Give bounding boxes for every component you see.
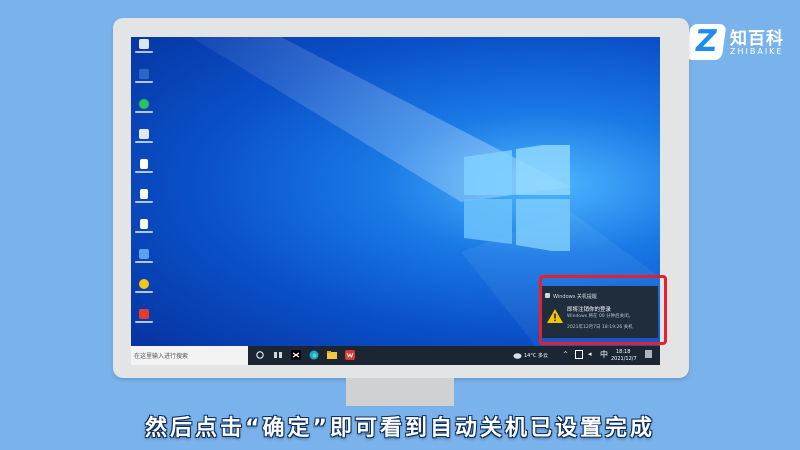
notification-center-icon[interactable] [645,350,652,358]
desktop-icon-app[interactable] [133,249,155,273]
input-method-icon[interactable]: 中 [600,349,608,360]
brand-name-cn: 知百科 [730,29,784,49]
volume-icon[interactable]: ◂ [588,350,592,358]
desktop-icons [133,39,157,339]
desktop-icon-recycle-bin[interactable] [133,39,155,63]
desktop-icon-app[interactable] [133,309,155,333]
desktop-icon-document[interactable] [133,219,155,243]
taskbar: 在这里输入进行搜索 14°C 多云 ^ ◂ 中 18:18 2021/12/7 [131,346,660,365]
edge-browser-icon[interactable] [309,350,319,360]
clock-time[interactable]: 18:18 [616,349,630,355]
brand-logo: Z 知百科 ZHIBAIKE [685,20,788,68]
taskbar-search-box[interactable]: 在这里输入进行搜索 [131,346,248,365]
capcut-icon[interactable] [291,350,301,360]
wps-office-icon[interactable] [345,350,355,360]
windows-logo-icon [464,145,570,251]
network-icon[interactable] [575,350,583,359]
desktop-icon-app[interactable] [133,279,155,303]
search-placeholder: 在这里输入进行搜索 [134,353,189,360]
task-view-icon[interactable] [255,350,265,360]
desktop-icon-app[interactable] [133,69,155,93]
subtitle-caption: 然后点击“确定”即可看到自动关机已设置完成 [145,416,655,441]
desktop-icon-document[interactable] [133,189,155,213]
weather-text[interactable]: 14°C 多云 [524,352,548,359]
widgets-icon[interactable] [273,350,283,360]
desktop-icon-document[interactable] [133,159,155,183]
monitor-stand [346,378,454,406]
red-highlight-box [539,275,667,345]
cloud-weather-icon [513,353,522,359]
file-explorer-icon[interactable] [327,350,337,360]
logo-mark-icon: Z [685,24,727,60]
desktop-icon-computer[interactable] [133,129,155,153]
desktop-icon-wechat[interactable] [133,99,155,123]
clock-date[interactable]: 2021/12/7 [611,356,637,362]
chevron-up-icon[interactable]: ^ [563,351,568,358]
brand-name-en: ZHIBAIKE [730,47,784,56]
